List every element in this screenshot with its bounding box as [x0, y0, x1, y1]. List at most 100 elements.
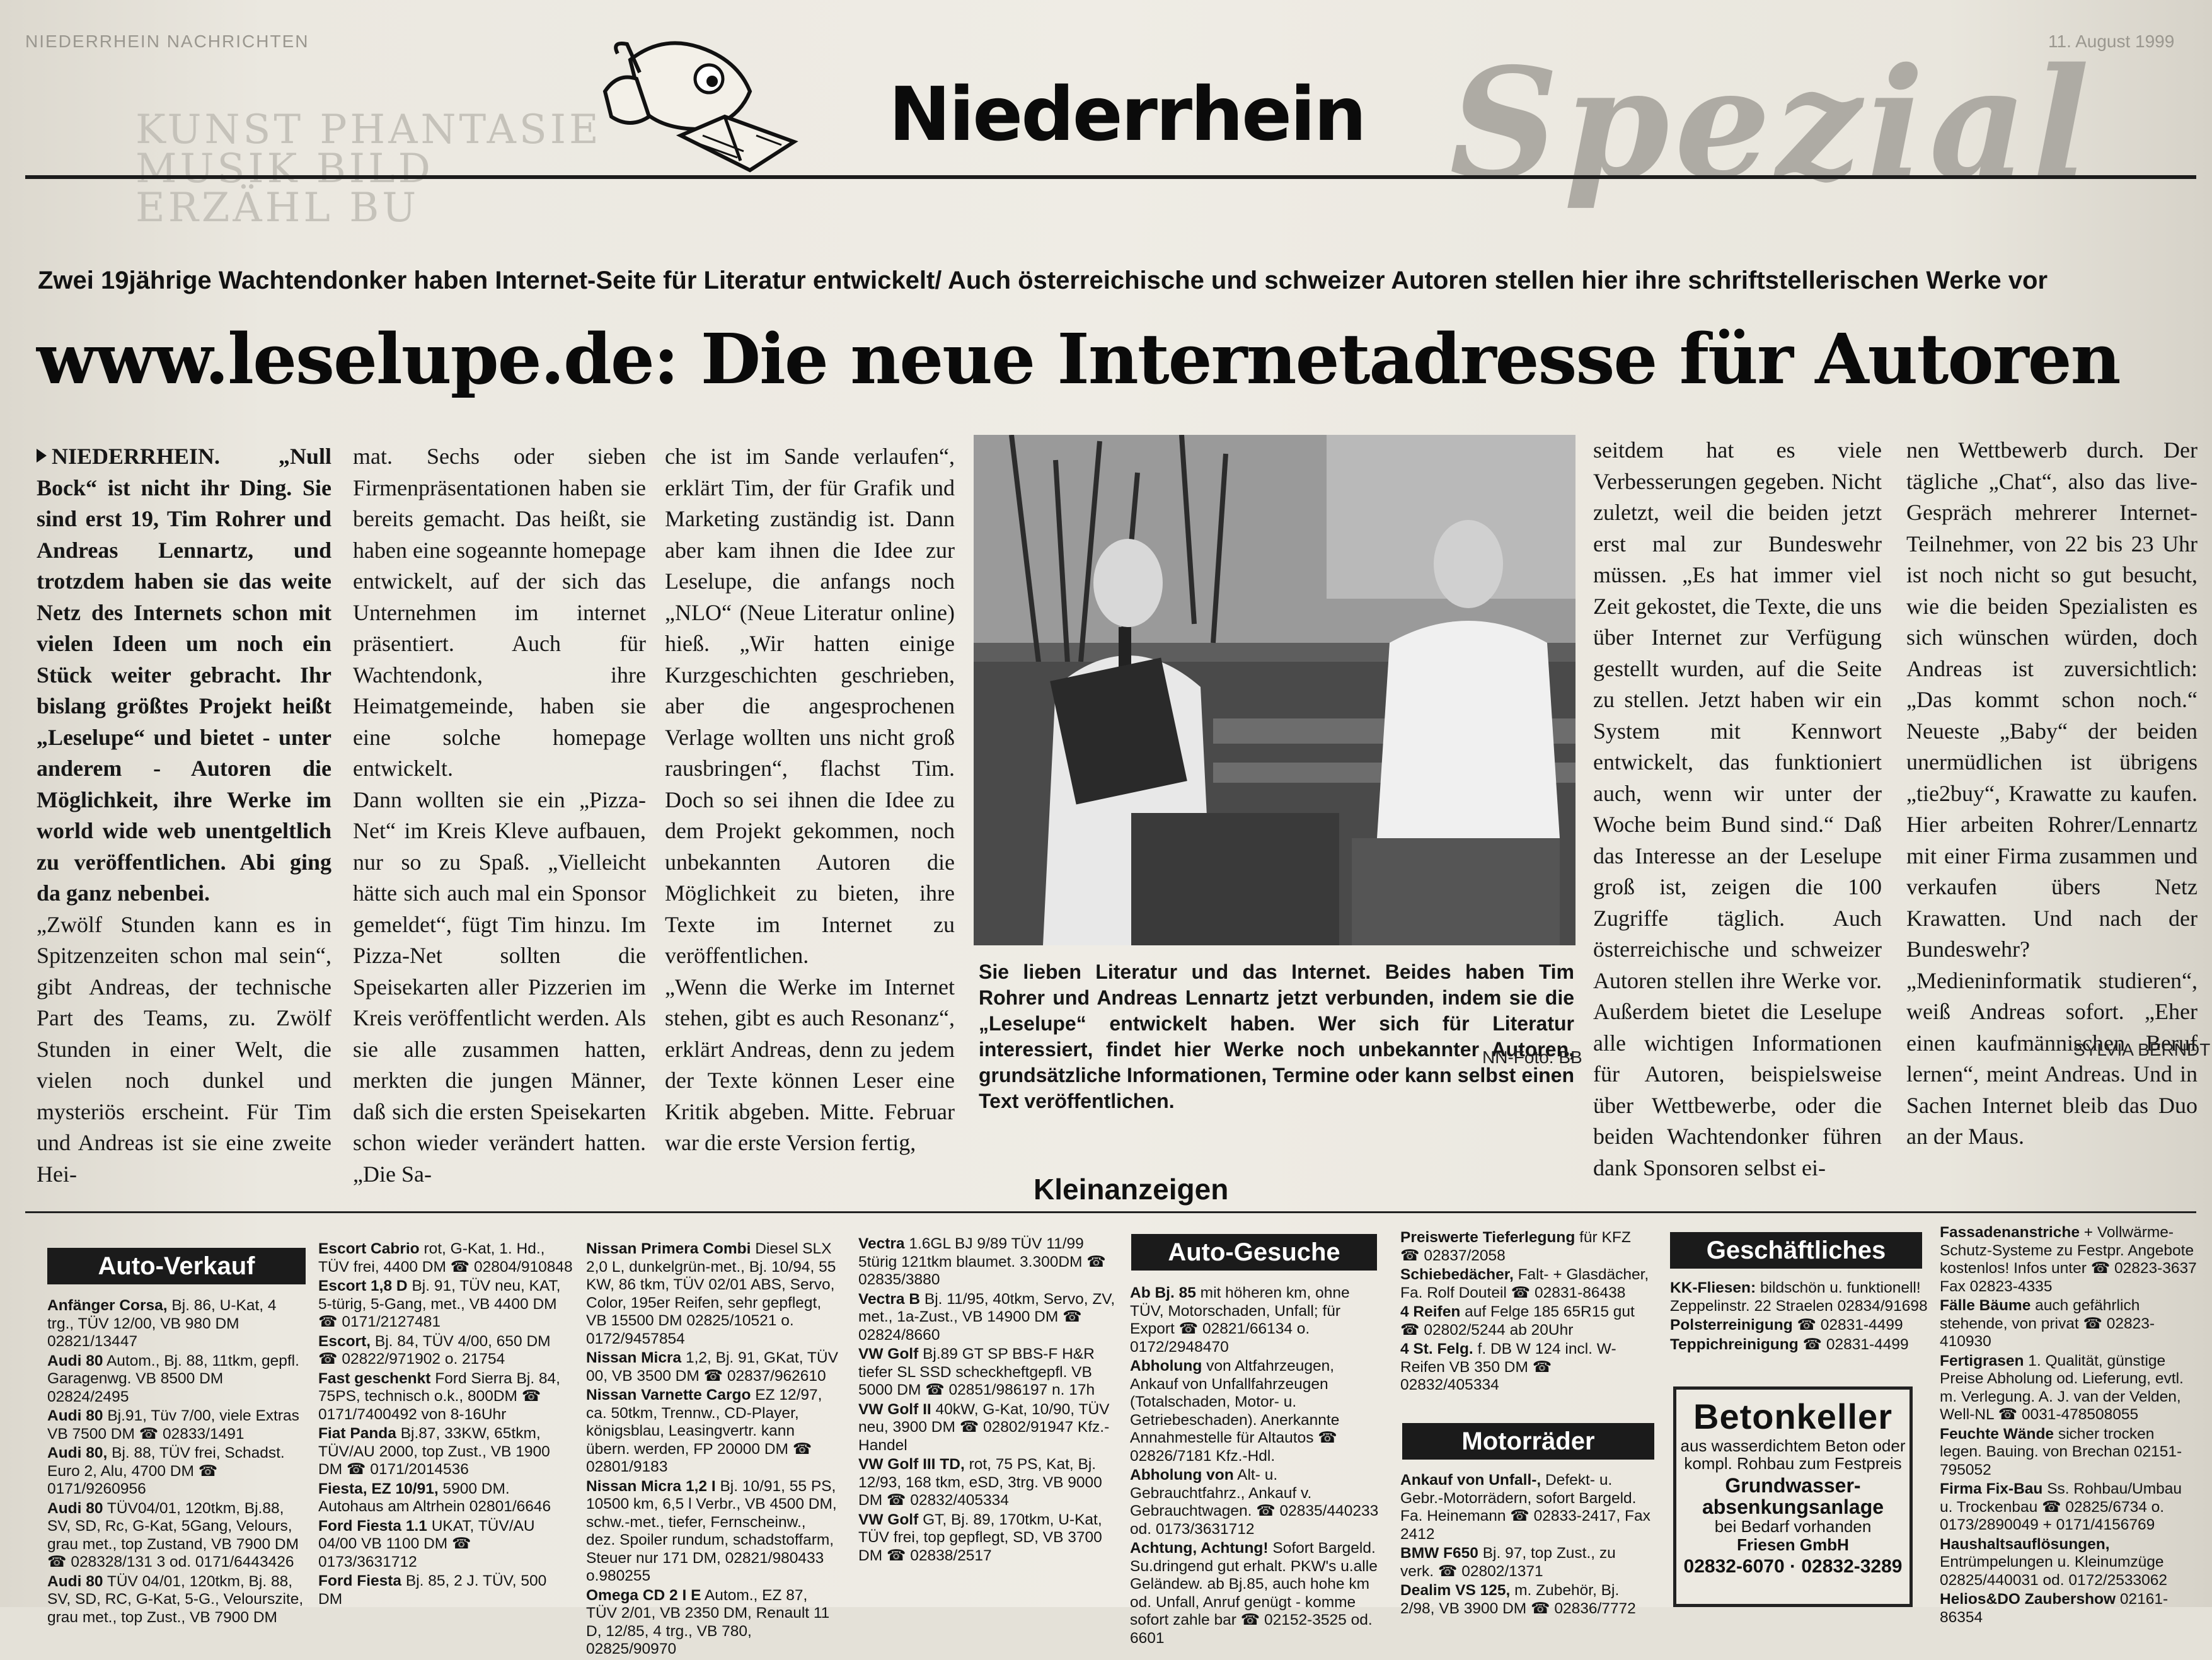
classified-ad: 4 St. Felg. f. DB W 124 incl. W-Reifen V… — [1400, 1340, 1652, 1395]
classified-ad: Ab Bj. 85 mit höheren km, ohne TÜV, Moto… — [1130, 1284, 1382, 1356]
classified-ad-heading: Audi 80 — [47, 1499, 103, 1517]
classified-ad: Haushaltsauflösungen, Entrümpelungen u. … — [1940, 1536, 2198, 1590]
classified-ad: Teppichreinigung ☎ 02831-4499 — [1670, 1336, 1928, 1354]
classified-ad: Firma Fix-Bau Ss. Rohbau/Umbau u. Trocke… — [1940, 1480, 2198, 1535]
running-header: NIEDERRHEIN NACHRICHTEN — [25, 32, 309, 51]
classified-ad-heading: Fassadenanstriche — [1940, 1224, 2080, 1241]
classified-ad: Nissan Micra 1,2 I Bj. 10/91, 55 PS, 105… — [586, 1478, 838, 1586]
ad-phones: 02832-6070 · 02832-3289 — [1683, 1556, 1903, 1577]
classified-ad: VW Golf Bj.89 GT SP BBS-F H&R tiefer SL … — [858, 1346, 1117, 1400]
lead-text: NIEDERRHEIN. „Null Bock“ ist nicht ihr D… — [37, 444, 331, 906]
classified-ad: Ford Fiesta Bj. 85, 2 J. TÜV, 500 DM — [318, 1572, 573, 1608]
classified-ad: Nissan Micra 1,2, Bj. 91, GKat, TÜV 00, … — [586, 1349, 838, 1385]
classified-ad: Omega CD 2 I E Autom., EZ 87, TÜV 2/01, … — [586, 1587, 838, 1659]
ads-column-6: Preiswerte Tieferlegung für KFZ ☎ 02837/… — [1400, 1229, 1652, 1396]
classified-ad: Escort 1,8 D Bj. 91, TÜV neu, KAT, 5-tür… — [318, 1277, 573, 1332]
arrow-icon — [37, 449, 47, 463]
classified-ad: Fertigrasen 1. Qualität, günstige Preise… — [1940, 1352, 2198, 1424]
classified-ad: Anfänger Corsa, Bj. 86, U-Kat, 4 trg., T… — [47, 1297, 306, 1351]
classified-ad-heading: Escort Cabrio — [318, 1240, 420, 1257]
classifieds-title: Kleinanzeigen — [1034, 1173, 1229, 1206]
classified-ad: Fälle Bäume auch gefährlich stehende, vo… — [1940, 1297, 2198, 1351]
classified-ad: Fiat Panda Bj.87, 33KW, 65tkm, TÜV/AU 20… — [318, 1425, 573, 1479]
classified-ad-heading: Fiesta, EZ 10/91, — [318, 1480, 439, 1497]
classified-ad-heading: Dealim VS 125, — [1400, 1582, 1511, 1599]
classifieds-rule — [25, 1211, 2196, 1213]
classified-ad: Polsterreinigung ☎ 02831-4499 — [1670, 1317, 1928, 1335]
classified-ad-heading: Omega CD 2 I E — [586, 1586, 701, 1604]
paragraph: che ist im Sande verlaufen“, erklärt Tim… — [665, 444, 955, 968]
classified-ad-text: ☎ 02831-4499 — [1797, 1317, 1903, 1334]
classified-ad: Nissan Primera Combi Diesel SLX 2,0 L, d… — [586, 1240, 838, 1348]
classified-ad: 4 Reifen auf Felge 185 65R15 gut ☎ 02802… — [1400, 1303, 1652, 1339]
classified-ad: Ankauf von Unfall-, Defekt- u. Gebr.-Mot… — [1400, 1472, 1652, 1543]
classified-ad: VW Golf II 40kW, G-Kat, 10/90, TÜV neu, … — [858, 1401, 1117, 1455]
ghost-line: KUNST PHANTASIE — [135, 107, 602, 153]
geschaeftliches-header: Geschäftliches — [1670, 1232, 1922, 1269]
classified-ad-heading: Nissan Micra 1,2 I — [586, 1477, 716, 1495]
classified-ad-text: Entrümpelungen u. Kleinumzüge 02825/4400… — [1940, 1553, 2168, 1589]
classified-ad-heading: Feuchte Wände — [1940, 1425, 2054, 1443]
ads-column-8: Fassadenanstriche + Vollwärme-Schutz-Sys… — [1940, 1224, 2198, 1628]
classified-ad-heading: Audi 80 — [47, 1352, 103, 1369]
classified-ad-heading: VW Golf — [858, 1346, 919, 1363]
classified-ad-heading: Teppichreinigung — [1670, 1335, 1799, 1353]
classified-ad-heading: Abholung von — [1130, 1467, 1234, 1484]
classified-ad: Dealim VS 125, m. Zubehör, Bj. 2/98, VB … — [1400, 1582, 1652, 1618]
classified-ad: Escort Cabrio rot, G-Kat, 1. Hd., TÜV fr… — [318, 1240, 573, 1276]
ads-column-4: Vectra 1.6GL BJ 9/89 TÜV 11/99 5türig 12… — [858, 1235, 1117, 1566]
classified-ad-heading: Vectra B — [858, 1290, 921, 1308]
paragraph: Dann wollten sie ein „Pizza-Net“ im Krei… — [353, 787, 646, 1187]
motorraeder-header: Motorräder — [1402, 1423, 1654, 1460]
classified-ad: Audi 80 Bj.91, Tüv 7/00, viele Extras VB… — [47, 1407, 306, 1443]
article-column-4: seitdem hat es viele Verbesserungen gege… — [1593, 435, 1882, 1184]
classified-ad: Abholung von Alt- u. Gebrauchtfahrz., An… — [1130, 1467, 1382, 1538]
ads-column-3: Nissan Primera Combi Diesel SLX 2,0 L, d… — [586, 1240, 838, 1660]
ads-column-2: Escort Cabrio rot, G-Kat, 1. Hd., TÜV fr… — [318, 1240, 573, 1610]
article-column-1: NIEDERRHEIN. „Null Bock“ ist nicht ihr D… — [37, 441, 331, 1190]
classified-ad-heading: Audi 80 — [47, 1407, 103, 1424]
auto-verkauf-header: Auto-Verkauf — [47, 1248, 306, 1284]
classified-ad-heading: Anfänger Corsa, — [47, 1297, 168, 1314]
classified-ad-heading: Fälle Bäume — [1940, 1297, 2031, 1314]
classified-ad: Helios&DO Zaubershow 02161-86354 — [1940, 1591, 2198, 1627]
brand-title: Niederrhein — [889, 71, 1367, 158]
classified-ad-heading: Nissan Primera Combi — [586, 1240, 751, 1257]
classified-ad-heading: 4 Reifen — [1400, 1303, 1461, 1320]
classified-ad: Audi 80 Autom., Bj. 88, 11tkm, gepfl. Ga… — [47, 1352, 306, 1407]
classified-ad: Achtung, Achtung! Sofort Bargeld. Su.dri… — [1130, 1540, 1382, 1647]
hand-fish-book-logo — [602, 41, 798, 173]
classified-ad: Fassadenanstriche + Vollwärme-Schutz-Sys… — [1940, 1224, 2198, 1296]
classified-ad-heading: Ankauf von Unfall-, — [1400, 1472, 1541, 1489]
classified-ad-heading: Escort, — [318, 1332, 371, 1350]
paragraph: seitdem hat es viele Verbesserungen gege… — [1593, 437, 1882, 1180]
ghost-line: MUSIK BILD ERZÄHL BU — [135, 146, 434, 231]
classified-ad-heading: Escort 1,8 D — [318, 1277, 408, 1294]
ghost-banner-text: KUNST PHANTASIE MUSIK BILD ERZÄHL BU — [135, 110, 627, 228]
classified-ad-heading: Nissan Varnette Cargo — [586, 1386, 751, 1404]
classified-ad: KK-Fliesen: bildschön u. funktionell! Ze… — [1670, 1279, 1928, 1315]
classified-ad-heading: Fast geschenkt — [318, 1369, 431, 1387]
classified-ad-heading: Fertigrasen — [1940, 1352, 2024, 1369]
betonkeller-ad: Betonkeller aus wasserdichtem Beton oder… — [1673, 1386, 1913, 1607]
article-lead: NIEDERRHEIN. „Null Bock“ ist nicht ihr D… — [37, 441, 331, 909]
classified-ad: Escort, Bj. 84, TÜV 4/00, 650 DM ☎ 02822… — [318, 1333, 573, 1369]
classified-ad: Abholung von Altfahrzeugen, Ankauf von U… — [1130, 1357, 1382, 1465]
classified-ad-heading: Preiswerte Tieferlegung — [1400, 1229, 1575, 1246]
classified-ad: BMW F650 Bj. 97, top Zust., zu verk. ☎ 0… — [1400, 1545, 1652, 1581]
article-column-3: che ist im Sande verlaufen“, erklärt Tim… — [665, 441, 955, 1159]
auto-gesuche-header: Auto-Gesuche — [1131, 1234, 1377, 1271]
ad-text: aus wasserdichtem Beton oder kompl. Rohb… — [1680, 1436, 1906, 1473]
photo-credit: NN-Foto: BB — [1482, 1047, 1582, 1067]
classified-ad: VW Golf GT, Bj. 89, 170tkm, U-Kat, TÜV f… — [858, 1511, 1117, 1565]
ads-geschaeftliches: KK-Fliesen: bildschön u. funktionell! Ze… — [1670, 1279, 1928, 1355]
classified-ad-heading: 4 St. Felg. — [1400, 1340, 1473, 1357]
masthead-rule — [25, 175, 2196, 179]
classified-ad: Schiebedächer, Falt- + Glasdächer, Fa. R… — [1400, 1266, 1652, 1302]
classified-ad-heading: Vectra — [858, 1235, 905, 1252]
classified-ad: Audi 80 TÜV04/01, 120tkm, Bj.88, SV, SD,… — [47, 1500, 306, 1572]
classified-ad-heading: Firma Fix-Bau — [1940, 1480, 2043, 1497]
classified-ad-heading: VW Golf — [858, 1511, 919, 1528]
ad-title: Betonkeller — [1693, 1397, 1892, 1436]
classified-ad-text: ☎ 02831-4499 — [1802, 1335, 1909, 1353]
